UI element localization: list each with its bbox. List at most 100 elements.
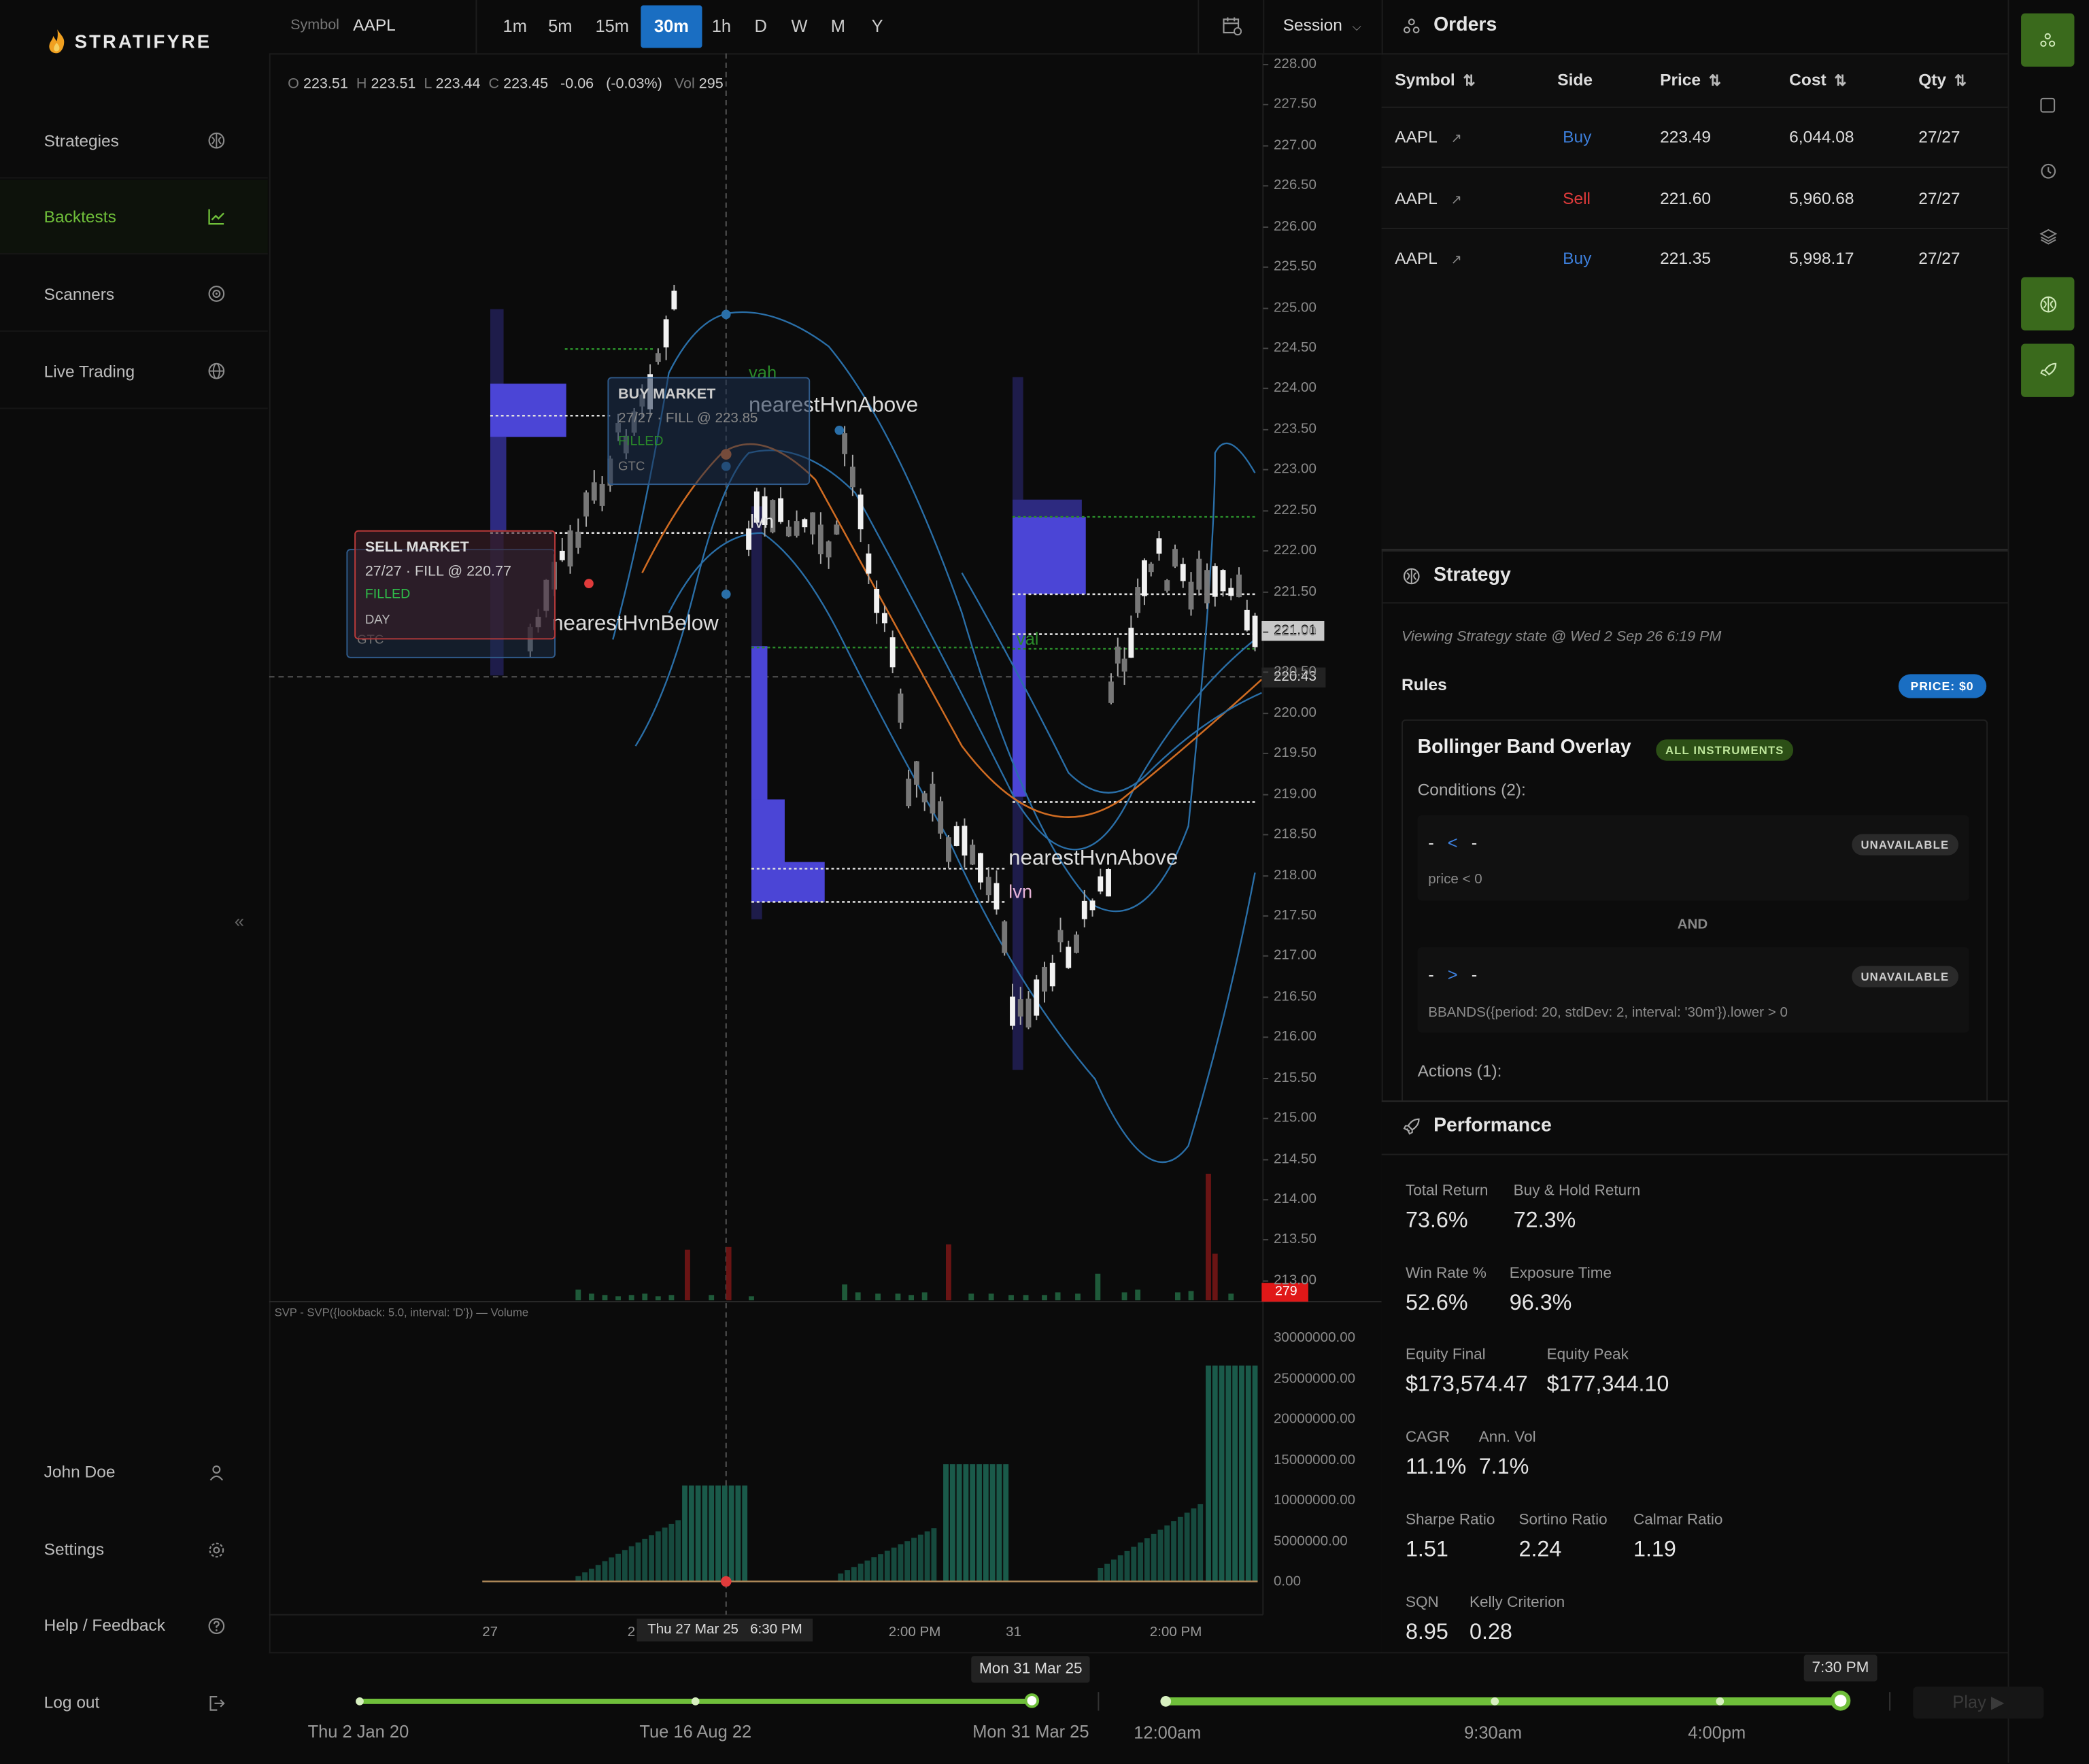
candle-body [1121, 658, 1127, 672]
volume-bar [875, 1293, 881, 1301]
order-side: Buy [1563, 249, 1592, 268]
symbol-text: AAPL [1395, 249, 1438, 268]
svp-profile-right [1012, 377, 1086, 1070]
svp-volume-bar [1245, 1366, 1251, 1582]
date-slider-handle[interactable] [1024, 1693, 1040, 1708]
tick-mark [1263, 267, 1269, 269]
candle-body [946, 837, 951, 862]
svp-volume-bar [917, 1534, 923, 1582]
tick-mark [1263, 955, 1269, 957]
timeframe-1m[interactable]: 1m [501, 5, 529, 48]
timeframe-D[interactable]: D [747, 5, 774, 48]
condition-2[interactable]: - > - UNAVAILABLE BBANDS({period: 20, st… [1417, 947, 1969, 1033]
price-tick: 225.50 [1273, 258, 1317, 275]
sidebar-item-settings[interactable]: Settings [0, 1512, 268, 1587]
price-chart[interactable] [269, 53, 1382, 1652]
volume-bar [1228, 1293, 1234, 1301]
metric-label: SQN [1405, 1595, 1439, 1611]
timeframe-15m[interactable]: 15m [588, 5, 636, 48]
svp-volume-bar [588, 1568, 594, 1582]
candle-body [921, 793, 928, 802]
candle-body [1115, 646, 1121, 664]
svp-volume-bar [1151, 1533, 1157, 1582]
time-slider-handle[interactable] [1830, 1691, 1851, 1711]
app-logo[interactable]: STRATIFYRE [48, 29, 212, 54]
price-tick: 219.00 [1273, 785, 1317, 802]
volume-bar [1095, 1273, 1101, 1301]
order-symbol[interactable]: AAPL ↗ [1395, 128, 1462, 146]
sell-order-card[interactable]: SELL MARKET 27/27 · FILL @ 220.77 FILLED… [354, 530, 556, 640]
conditions-label: Conditions (2): [1417, 781, 1526, 800]
column-header-qty[interactable]: Qty ⇅ [1918, 71, 1967, 89]
timeframe-W[interactable]: W [785, 5, 814, 48]
symbol-text: AAPL [1395, 188, 1438, 207]
buy-order-card[interactable]: BUY MARKET 27/27 · FILL @ 223.85 FILLED … [607, 377, 811, 486]
column-header-symbol[interactable]: Symbol ⇅ [1395, 71, 1475, 89]
order-symbol[interactable]: AAPL ↗ [1395, 249, 1462, 267]
svp-volume-bar [891, 1547, 897, 1582]
symbol-input[interactable]: AAPL [353, 16, 396, 35]
price-tick: 213.50 [1273, 1232, 1317, 1248]
order-symbol[interactable]: AAPL ↗ [1395, 188, 1462, 207]
column-header-side[interactable]: Side [1557, 71, 1593, 89]
candle-body [1017, 999, 1023, 1017]
rail-history-button[interactable] [2021, 144, 2074, 197]
svp-volume-bar [742, 1485, 748, 1582]
sidebar-item-scanners[interactable]: Scanners [0, 257, 268, 332]
symbol-label: Symbol [290, 17, 339, 33]
tick-mark [1263, 1118, 1269, 1120]
candle-body [778, 498, 784, 522]
candle-body [1108, 681, 1114, 703]
timeframe-30m[interactable]: 30m [641, 5, 702, 48]
rail-panel-button[interactable] [2021, 79, 2074, 132]
condition-lhs: - [1428, 832, 1436, 853]
condition-1[interactable]: - < - UNAVAILABLE price < 0 [1417, 815, 1969, 901]
svp-volume-bar [1191, 1508, 1197, 1582]
rail-orders-button[interactable] [2021, 13, 2075, 67]
play-button[interactable]: Play ▶ [1913, 1686, 2044, 1719]
svp-volume-bar [635, 1542, 641, 1582]
candle-body [1252, 615, 1258, 647]
timeframe-M[interactable]: M [825, 5, 851, 48]
rail-layers-button[interactable] [2021, 209, 2074, 262]
rail-performance-button[interactable] [2021, 343, 2075, 397]
metric-value: 72.3% [1513, 1208, 1576, 1233]
collapse-sidebar-button[interactable]: « [235, 911, 244, 931]
calendar-icon[interactable] [1222, 16, 1242, 43]
sidebar-item-live-trading[interactable]: Live Trading [0, 335, 268, 409]
tick-mark [1263, 307, 1269, 309]
candle-body [1010, 996, 1015, 1026]
volume-bar [1121, 1292, 1127, 1301]
metric-label: Win Rate % [1405, 1266, 1487, 1282]
divider [1381, 1153, 2008, 1155]
candle-body [953, 826, 959, 846]
sidebar-item-help[interactable]: Help / Feedback [0, 1588, 268, 1663]
price-tick: 223.50 [1273, 420, 1317, 437]
column-header-price[interactable]: Price ⇅ [1660, 71, 1721, 89]
timeframe-1h[interactable]: 1h [706, 5, 736, 48]
svp-volume-bar [1198, 1504, 1204, 1582]
time-slider-track[interactable] [1164, 1697, 1841, 1706]
rail-strategy-button[interactable] [2021, 277, 2075, 330]
sidebar-item-strategies[interactable]: Strategies [0, 104, 268, 179]
sidebar-item-label: Settings [44, 1540, 105, 1559]
timeframe-5m[interactable]: 5m [539, 5, 583, 48]
unavailable-badge: UNAVAILABLE [1851, 966, 1959, 987]
svp-volume-bar [851, 1567, 857, 1582]
sidebar-item-user[interactable]: John Doe [0, 1435, 268, 1510]
session-dropdown[interactable]: Session ⌵ [1283, 16, 1361, 35]
column-header-cost[interactable]: Cost ⇅ [1789, 71, 1846, 89]
lvn-label: lvn [750, 510, 775, 532]
candle-body [599, 484, 605, 506]
slider-tick [356, 1697, 364, 1706]
condition-formula: price < 0 [1428, 871, 1482, 887]
sidebar-item-backtests[interactable]: Backtests [0, 180, 268, 255]
svp-volume-bar [1171, 1521, 1176, 1582]
slider-tick [1160, 1696, 1172, 1707]
lvn-label-2: lvn [1008, 881, 1033, 902]
sidebar-item-logout[interactable]: Log out [0, 1665, 268, 1740]
timeframe-Y[interactable]: Y [865, 5, 890, 48]
volume-tick: 20000000.00 [1273, 1410, 1356, 1427]
price-tick: 222.00 [1273, 542, 1317, 559]
price-tick: 223.00 [1273, 461, 1317, 477]
